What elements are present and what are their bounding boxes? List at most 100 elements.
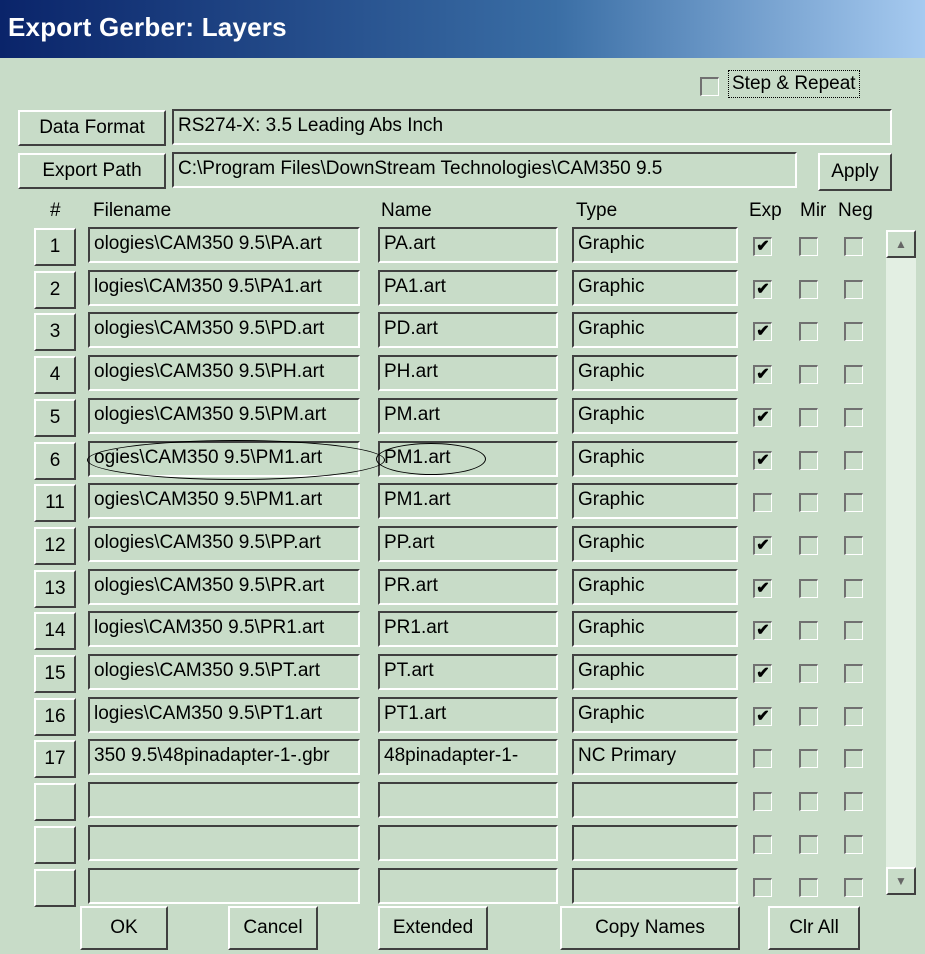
row-number-button[interactable]: 14 [34, 612, 76, 650]
row-filename-field[interactable]: logies\CAM350 9.5\PA1.art [88, 270, 360, 306]
row-type-field[interactable]: Graphic [572, 398, 738, 434]
row-neg-checkbox[interactable] [844, 280, 863, 299]
row-mir-checkbox[interactable] [799, 451, 818, 470]
row-mir-checkbox[interactable] [799, 792, 818, 811]
row-number-button[interactable]: 16 [34, 698, 76, 736]
clr-all-button[interactable]: Clr All [768, 906, 860, 950]
row-number-button[interactable]: 4 [34, 356, 76, 394]
row-type-field[interactable]: Graphic [572, 697, 738, 733]
row-mir-checkbox[interactable] [799, 237, 818, 256]
row-type-field[interactable]: Graphic [572, 355, 738, 391]
scroll-up-icon[interactable]: ▲ [886, 230, 916, 258]
row-type-field[interactable]: Graphic [572, 483, 738, 519]
row-filename-field[interactable] [88, 782, 360, 818]
row-exp-checkbox[interactable] [753, 365, 772, 384]
row-filename-field[interactable]: ologies\CAM350 9.5\PP.art [88, 526, 360, 562]
row-exp-checkbox[interactable] [753, 579, 772, 598]
row-mir-checkbox[interactable] [799, 322, 818, 341]
row-exp-checkbox[interactable] [753, 322, 772, 341]
row-mir-checkbox[interactable] [799, 878, 818, 897]
row-type-field[interactable]: Graphic [572, 227, 738, 263]
row-mir-checkbox[interactable] [799, 749, 818, 768]
row-mir-checkbox[interactable] [799, 621, 818, 640]
export-path-button[interactable]: Export Path [18, 153, 166, 189]
row-filename-field[interactable]: ologies\CAM350 9.5\PM.art [88, 398, 360, 434]
row-mir-checkbox[interactable] [799, 536, 818, 555]
row-type-field[interactable] [572, 825, 738, 861]
row-number-button[interactable]: 12 [34, 527, 76, 565]
row-mir-checkbox[interactable] [799, 835, 818, 854]
row-neg-checkbox[interactable] [844, 792, 863, 811]
row-exp-checkbox[interactable] [753, 664, 772, 683]
cancel-button[interactable]: Cancel [228, 906, 318, 950]
row-filename-field[interactable]: ologies\CAM350 9.5\PT.art [88, 654, 360, 690]
row-number-button[interactable]: 15 [34, 655, 76, 693]
row-number-button[interactable]: 6 [34, 442, 76, 480]
row-number-button[interactable]: 2 [34, 271, 76, 309]
row-name-field[interactable]: PM1.art [378, 483, 558, 519]
row-exp-checkbox[interactable] [753, 280, 772, 299]
row-neg-checkbox[interactable] [844, 451, 863, 470]
row-filename-field[interactable]: 350 9.5\48pinadapter-1-.gbr [88, 739, 360, 775]
row-name-field[interactable] [378, 825, 558, 861]
data-format-field[interactable]: RS274-X: 3.5 Leading Abs Inch [172, 109, 892, 145]
row-name-field[interactable]: PD.art [378, 312, 558, 348]
row-exp-checkbox[interactable] [753, 536, 772, 555]
row-filename-field[interactable]: ologies\CAM350 9.5\PA.art [88, 227, 360, 263]
row-exp-checkbox[interactable] [753, 878, 772, 897]
row-name-field[interactable]: PT.art [378, 654, 558, 690]
row-exp-checkbox[interactable] [753, 707, 772, 726]
row-number-button[interactable]: 3 [34, 313, 76, 351]
extended-button[interactable]: Extended [378, 906, 488, 950]
row-exp-checkbox[interactable] [753, 749, 772, 768]
row-number-button[interactable] [34, 783, 76, 821]
export-path-field[interactable]: C:\Program Files\DownStream Technologies… [172, 152, 797, 188]
row-type-field[interactable]: Graphic [572, 569, 738, 605]
row-type-field[interactable]: NC Primary [572, 739, 738, 775]
row-number-button[interactable]: 13 [34, 570, 76, 608]
row-exp-checkbox[interactable] [753, 237, 772, 256]
row-number-button[interactable]: 11 [34, 484, 76, 522]
row-name-field[interactable]: PR1.art [378, 611, 558, 647]
row-filename-field[interactable]: ogies\CAM350 9.5\PM1.art [88, 441, 360, 477]
row-neg-checkbox[interactable] [844, 707, 863, 726]
row-neg-checkbox[interactable] [844, 664, 863, 683]
row-exp-checkbox[interactable] [753, 792, 772, 811]
row-number-button[interactable] [34, 826, 76, 864]
row-number-button[interactable]: 17 [34, 740, 76, 778]
data-format-button[interactable]: Data Format [18, 110, 166, 146]
step-repeat-label[interactable]: Step & Repeat [728, 70, 860, 98]
row-name-field[interactable]: PT1.art [378, 697, 558, 733]
row-type-field[interactable]: Graphic [572, 526, 738, 562]
row-filename-field[interactable]: logies\CAM350 9.5\PT1.art [88, 697, 360, 733]
row-exp-checkbox[interactable] [753, 451, 772, 470]
row-number-button[interactable] [34, 869, 76, 907]
row-neg-checkbox[interactable] [844, 322, 863, 341]
row-filename-field[interactable]: logies\CAM350 9.5\PR1.art [88, 611, 360, 647]
row-name-field[interactable] [378, 868, 558, 904]
row-exp-checkbox[interactable] [753, 621, 772, 640]
row-type-field[interactable]: Graphic [572, 654, 738, 690]
row-filename-field[interactable]: ologies\CAM350 9.5\PR.art [88, 569, 360, 605]
row-neg-checkbox[interactable] [844, 365, 863, 384]
row-exp-checkbox[interactable] [753, 493, 772, 512]
row-number-button[interactable]: 1 [34, 228, 76, 266]
row-type-field[interactable]: Graphic [572, 441, 738, 477]
row-neg-checkbox[interactable] [844, 579, 863, 598]
row-neg-checkbox[interactable] [844, 408, 863, 427]
row-filename-field[interactable] [88, 868, 360, 904]
ok-button[interactable]: OK [80, 906, 168, 950]
row-mir-checkbox[interactable] [799, 493, 818, 512]
row-type-field[interactable]: Graphic [572, 270, 738, 306]
row-name-field[interactable] [378, 782, 558, 818]
row-filename-field[interactable] [88, 825, 360, 861]
row-neg-checkbox[interactable] [844, 493, 863, 512]
row-mir-checkbox[interactable] [799, 664, 818, 683]
row-mir-checkbox[interactable] [799, 408, 818, 427]
row-mir-checkbox[interactable] [799, 365, 818, 384]
row-type-field[interactable] [572, 868, 738, 904]
row-neg-checkbox[interactable] [844, 621, 863, 640]
row-name-field[interactable]: PA.art [378, 227, 558, 263]
row-mir-checkbox[interactable] [799, 707, 818, 726]
row-neg-checkbox[interactable] [844, 749, 863, 768]
